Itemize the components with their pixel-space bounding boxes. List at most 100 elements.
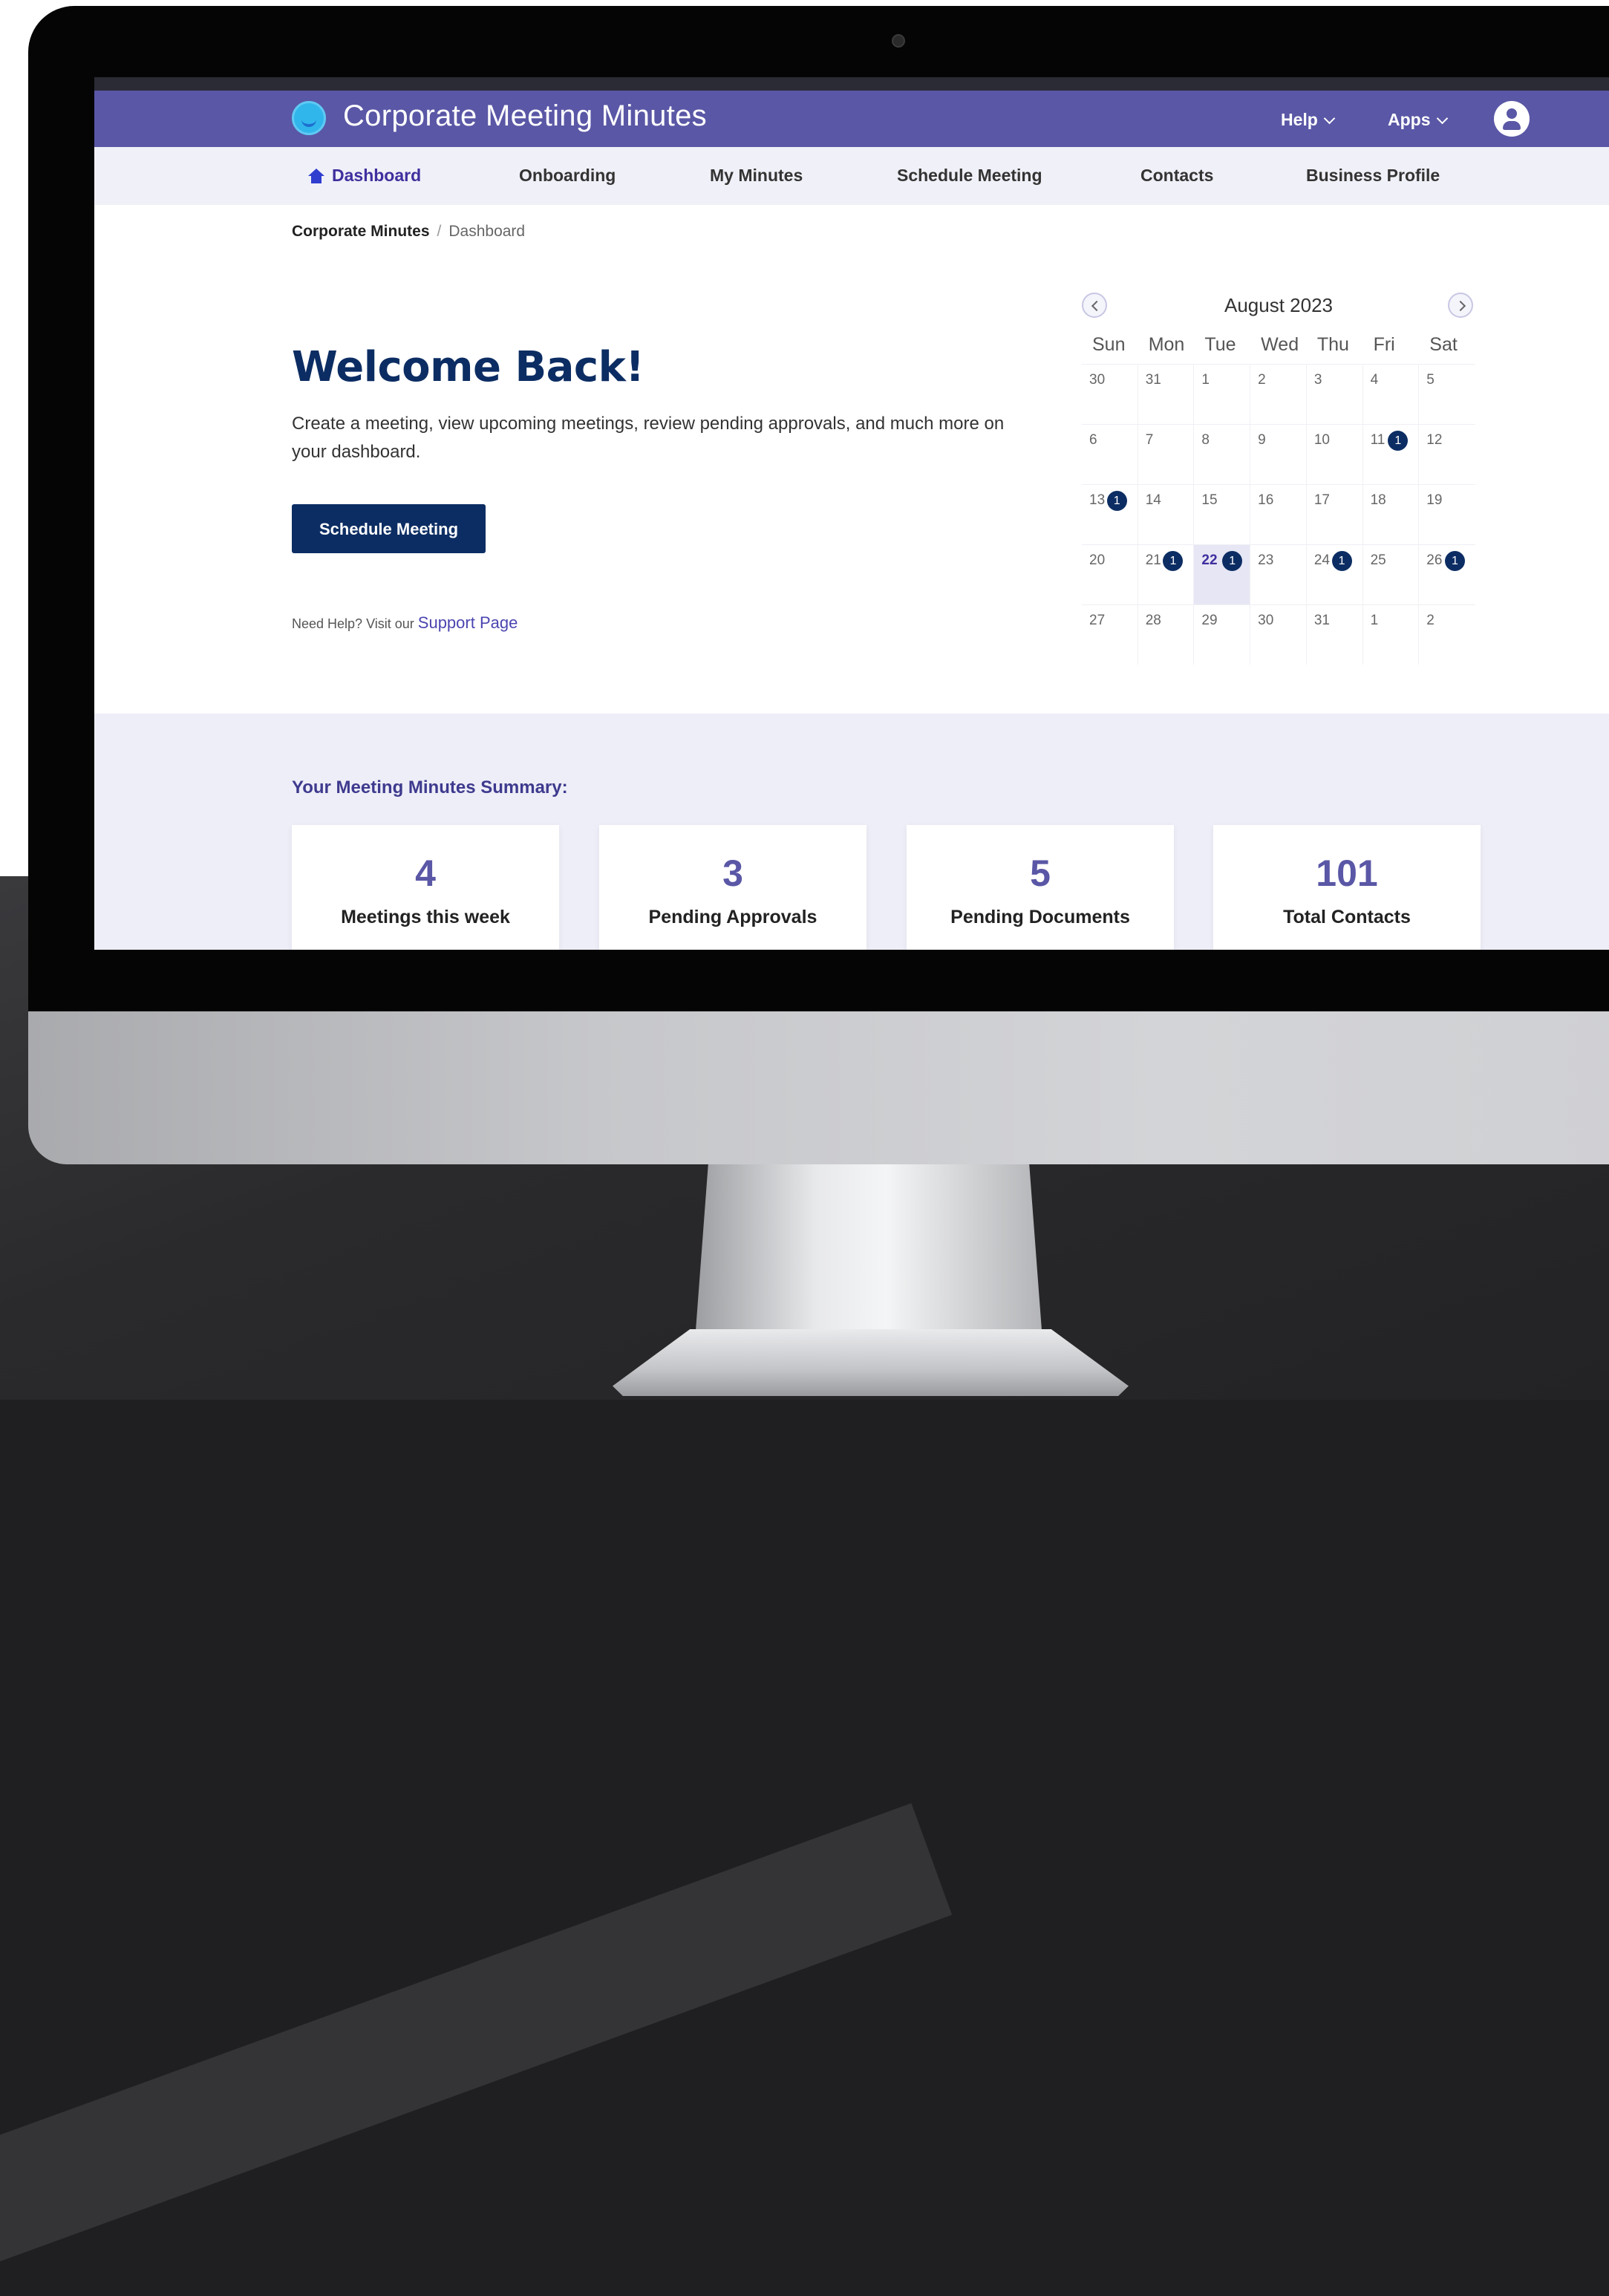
calendar-day[interactable]: 31 bbox=[1138, 365, 1195, 424]
calendar-day[interactable]: 24 1 bbox=[1307, 545, 1363, 604]
calendar-next-month-icon[interactable] bbox=[1448, 293, 1473, 318]
calendar-day[interactable]: 9 bbox=[1250, 425, 1307, 484]
stat-label: Total Contacts bbox=[1283, 907, 1411, 927]
calendar-week-row: 6 7 8 9 10 11 1 12 bbox=[1082, 424, 1475, 484]
calendar-day[interactable]: 12 bbox=[1419, 425, 1475, 484]
calendar-month-label: August 2023 bbox=[1224, 294, 1333, 316]
calendar-day-number: 18 bbox=[1370, 492, 1386, 508]
monitor-chin bbox=[28, 1011, 1609, 1164]
calendar-day-number: 12 bbox=[1426, 432, 1443, 448]
calendar-day[interactable]: 10 bbox=[1307, 425, 1363, 484]
nav-my-minutes[interactable]: My Minutes bbox=[710, 166, 803, 186]
calendar-day[interactable]: 26 1 bbox=[1419, 545, 1475, 604]
user-avatar-icon[interactable] bbox=[1494, 101, 1530, 137]
calendar-day-number: 11 bbox=[1370, 432, 1386, 448]
apps-menu-label: Apps bbox=[1388, 110, 1431, 129]
app-title[interactable]: Corporate Meeting Minutes bbox=[343, 100, 707, 133]
calendar-day[interactable]: 4 bbox=[1363, 365, 1420, 424]
stat-value: 101 bbox=[1316, 852, 1378, 894]
nav-onboarding[interactable]: Onboarding bbox=[519, 166, 616, 186]
calendar-day[interactable]: 20 bbox=[1082, 545, 1138, 604]
calendar-day-number: 6 bbox=[1089, 432, 1097, 448]
calendar-day[interactable]: 5 bbox=[1419, 365, 1475, 424]
monitor-stand bbox=[694, 1164, 1043, 1350]
calendar-day[interactable]: 8 bbox=[1194, 425, 1251, 484]
calendar-day[interactable]: 1 bbox=[1194, 365, 1251, 424]
calendar-day-number: 24 bbox=[1313, 552, 1330, 568]
calendar-day[interactable]: 18 bbox=[1363, 485, 1420, 544]
calendar-day-number: 28 bbox=[1145, 613, 1161, 628]
calendar-day[interactable]: 16 bbox=[1250, 485, 1307, 544]
help-menu[interactable]: Help bbox=[1281, 110, 1336, 130]
calendar-day[interactable]: 6 bbox=[1082, 425, 1138, 484]
meeting-count-badge[interactable]: 1 bbox=[1163, 551, 1184, 571]
calendar-day[interactable]: 13 1 bbox=[1082, 485, 1138, 544]
breadcrumb-root[interactable]: Corporate Minutes bbox=[292, 223, 430, 240]
nav-contacts[interactable]: Contacts bbox=[1140, 166, 1213, 186]
support-page-link[interactable]: Support Page bbox=[418, 613, 518, 632]
calendar-day[interactable]: 7 bbox=[1138, 425, 1195, 484]
stat-card-documents[interactable]: 5 Pending Documents bbox=[907, 825, 1174, 950]
calendar-weekday-header: Sun Mon Tue Wed Thu Fri Sat bbox=[1082, 334, 1475, 364]
calendar-weekday: Sun bbox=[1092, 334, 1126, 355]
calendar-day[interactable]: 30 bbox=[1250, 605, 1307, 665]
chevron-down-icon bbox=[1436, 112, 1448, 125]
calendar-day[interactable]: 23 bbox=[1250, 545, 1307, 604]
calendar-day-number: 31 bbox=[1313, 613, 1330, 628]
calendar-day-number: 30 bbox=[1258, 613, 1274, 628]
calendar-day[interactable]: 30 bbox=[1082, 365, 1138, 424]
calendar-day-today[interactable]: 22 1 bbox=[1194, 545, 1251, 604]
help-prefix: Need Help? Visit our bbox=[292, 616, 414, 631]
calendar-day[interactable]: 17 bbox=[1307, 485, 1363, 544]
calendar-prev-month-icon[interactable] bbox=[1082, 293, 1107, 318]
app-logo-icon[interactable] bbox=[292, 101, 326, 135]
calendar-day-number: 27 bbox=[1089, 613, 1106, 628]
meeting-count-badge[interactable]: 1 bbox=[1445, 551, 1465, 571]
calendar-day-number: 2 bbox=[1258, 372, 1266, 388]
calendar-day[interactable]: 1 bbox=[1363, 605, 1420, 665]
calendar-day[interactable]: 19 bbox=[1419, 485, 1475, 544]
stat-card-approvals[interactable]: 3 Pending Approvals bbox=[599, 825, 866, 950]
webcam-icon bbox=[892, 34, 905, 48]
calendar-day-number: 19 bbox=[1426, 492, 1443, 508]
meeting-count-badge[interactable]: 1 bbox=[1331, 551, 1352, 571]
meeting-count-badge[interactable]: 1 bbox=[1388, 431, 1409, 451]
calendar-day[interactable]: 29 bbox=[1194, 605, 1251, 665]
calendar-day[interactable]: 14 bbox=[1138, 485, 1195, 544]
summary-title: Your Meeting Minutes Summary: bbox=[292, 777, 568, 798]
calendar-week-row: 13 1 14 15 16 17 18 19 bbox=[1082, 484, 1475, 544]
calendar-day-number: 16 bbox=[1258, 492, 1274, 508]
calendar-day-number: 25 bbox=[1370, 552, 1386, 568]
monitor-screen: Corporate Meeting Minutes Help Apps Dash… bbox=[94, 77, 1609, 950]
calendar-day[interactable]: 25 bbox=[1363, 545, 1420, 604]
welcome-description: Create a meeting, view upcoming meetings… bbox=[292, 414, 1005, 462]
calendar-day-number: 10 bbox=[1313, 432, 1330, 448]
help-menu-label: Help bbox=[1281, 110, 1318, 129]
meeting-count-badge[interactable]: 1 bbox=[1222, 551, 1243, 571]
calendar-weekday: Wed bbox=[1261, 334, 1299, 355]
stat-card-contacts[interactable]: 101 Total Contacts bbox=[1213, 825, 1481, 950]
calendar-day[interactable]: 27 bbox=[1082, 605, 1138, 665]
calendar-day-number: 1 bbox=[1201, 372, 1210, 388]
calendar-day[interactable]: 31 bbox=[1307, 605, 1363, 665]
calendar-weekday: Sat bbox=[1429, 334, 1458, 355]
calendar-day[interactable]: 2 bbox=[1250, 365, 1307, 424]
calendar-day-number: 13 bbox=[1089, 492, 1106, 508]
calendar-day-number: 17 bbox=[1313, 492, 1330, 508]
calendar-day[interactable]: 15 bbox=[1194, 485, 1251, 544]
meeting-count-badge[interactable]: 1 bbox=[1106, 491, 1127, 511]
calendar-day[interactable]: 2 bbox=[1419, 605, 1475, 665]
calendar-day[interactable]: 28 bbox=[1138, 605, 1195, 665]
calendar-day-number: 7 bbox=[1145, 432, 1154, 448]
nav-business-profile[interactable]: Business Profile bbox=[1306, 166, 1440, 186]
calendar-day-number: 4 bbox=[1370, 372, 1379, 388]
calendar-day[interactable]: 11 1 bbox=[1363, 425, 1420, 484]
nav-schedule-meeting[interactable]: Schedule Meeting bbox=[897, 166, 1042, 186]
stat-card-meetings[interactable]: 4 Meetings this week bbox=[292, 825, 559, 950]
nav-dashboard[interactable]: Dashboard bbox=[308, 166, 421, 186]
calendar-day[interactable]: 3 bbox=[1307, 365, 1363, 424]
calendar-day[interactable]: 21 1 bbox=[1138, 545, 1195, 604]
schedule-meeting-button[interactable]: Schedule Meeting bbox=[292, 504, 486, 553]
apps-menu[interactable]: Apps bbox=[1388, 110, 1448, 130]
help-text: Need Help? Visit our Support Page bbox=[292, 613, 518, 633]
